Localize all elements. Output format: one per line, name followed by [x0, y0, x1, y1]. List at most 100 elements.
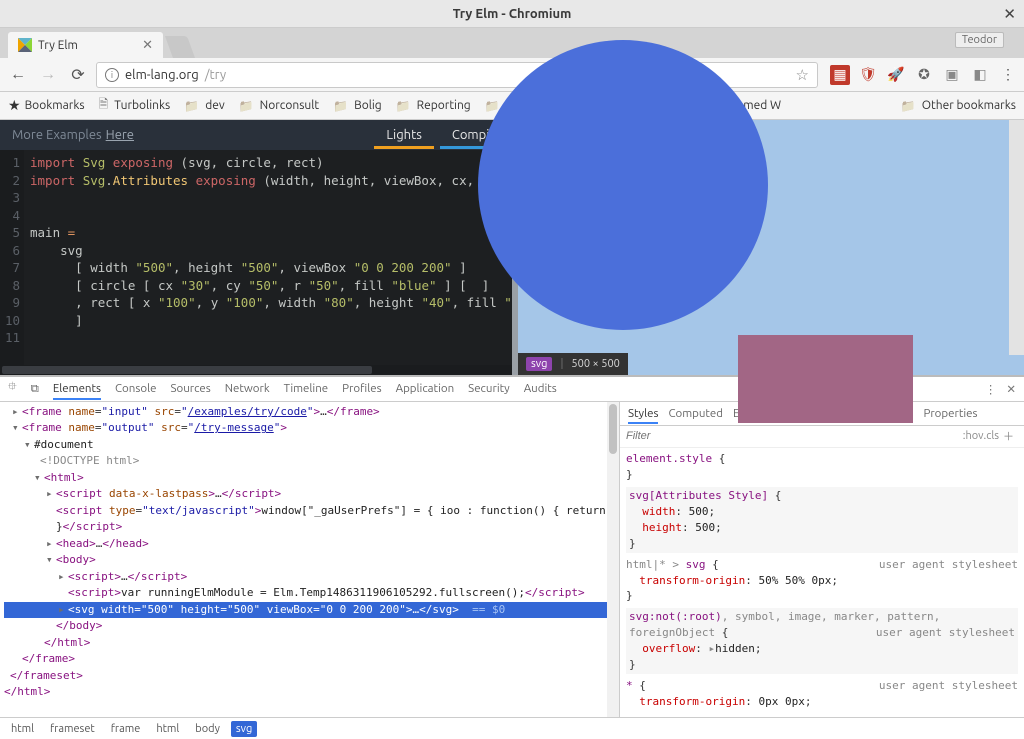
devtools-close-icon[interactable]: ✕ — [1006, 382, 1016, 396]
page-content: More Examples Here Lights Compile 123456… — [0, 120, 1024, 739]
rendered-svg — [528, 120, 944, 355]
other-bookmarks[interactable]: Other bookmarks — [901, 99, 1016, 113]
devtools-tab-sources[interactable]: Sources — [170, 382, 210, 395]
extension-icon[interactable]: ◧ — [970, 65, 990, 85]
window-title: Try Elm - Chromium — [0, 7, 1024, 21]
elm-favicon-icon — [18, 38, 32, 52]
dom-line[interactable]: <script type="text/javascript">window["_… — [4, 503, 619, 520]
breadcrumb-item[interactable]: html — [6, 721, 39, 737]
bookmarks-label[interactable]: ★Bookmarks — [8, 97, 85, 114]
devtools-tab-application[interactable]: Application — [396, 382, 455, 395]
style-rule[interactable]: svg[Attributes Style] { width: 500; heig… — [626, 487, 1018, 553]
devtools-tab-profiles[interactable]: Profiles — [342, 382, 381, 395]
bookmark-item[interactable]: Turbolinks — [99, 95, 171, 116]
devtools-panel: ⯐ ⧉ Elements Console Sources Network Tim… — [0, 377, 1024, 739]
close-icon[interactable]: ✕ — [1003, 5, 1016, 23]
try-elm-app: More Examples Here Lights Compile 123456… — [0, 120, 1024, 377]
inspect-icon[interactable]: ⯐ — [8, 379, 17, 398]
address-bar-row: ← → ⟳ i elm-lang.org/try ☆ ▦ 🛡 🚀 ✪ ▣ ◧ ⋮ — [0, 58, 1024, 92]
bookmark-folder[interactable]: Bolig — [333, 99, 382, 113]
elements-tree[interactable]: ▸<frame name="input" src="/examples/try/… — [0, 402, 619, 717]
output-vertical-scrollbar[interactable] — [1009, 120, 1024, 355]
breadcrumb-item[interactable]: frame — [106, 721, 146, 737]
code-editor[interactable]: 1234567891011 import Svg exposing (svg, … — [0, 150, 512, 365]
browser-tab[interactable]: Try Elm ✕ — [8, 32, 163, 58]
tab-close-icon[interactable]: ✕ — [142, 38, 153, 53]
styles-tab-properties[interactable]: Properties — [923, 407, 977, 420]
editor-horizontal-scrollbar[interactable] — [0, 365, 512, 375]
devtools-tab-elements[interactable]: Elements — [53, 382, 101, 400]
bookmark-folder[interactable]: Norconsult — [239, 99, 319, 113]
tooltip-tag: svg — [526, 357, 552, 371]
here-link[interactable]: Here — [106, 128, 134, 142]
breadcrumb-item[interactable]: html — [151, 721, 184, 737]
breadcrumb-item[interactable]: body — [190, 721, 225, 737]
breadcrumb-item[interactable]: frameset — [45, 721, 100, 737]
output-pane: svg | 500 × 500 — [518, 120, 1024, 375]
extension-icon[interactable]: ▦ — [830, 65, 850, 85]
bookmark-folder[interactable]: Reporting — [396, 99, 471, 113]
dom-line[interactable]: </html> — [4, 635, 619, 652]
devtools-tab-audits[interactable]: Audits — [524, 382, 557, 395]
devtools-tab-network[interactable]: Network — [225, 382, 270, 395]
new-rule-icon[interactable]: ＋ — [1003, 428, 1014, 444]
url-path: /try — [205, 68, 226, 82]
svg-rect — [738, 335, 913, 423]
elements-scrollbar[interactable] — [607, 402, 619, 717]
code-text[interactable]: import Svg exposing (svg, circle, rect) … — [24, 150, 512, 365]
dom-line[interactable]: ▾#document — [4, 437, 619, 454]
svg-circle — [478, 40, 768, 330]
dom-line[interactable]: </frameset> — [4, 668, 619, 685]
new-tab-button[interactable] — [165, 36, 195, 58]
dom-line[interactable]: ▸<head>…</head> — [4, 536, 619, 553]
browser-tabstrip: Try Elm ✕ Teodor — [0, 28, 1024, 58]
style-rule[interactable]: element.style {} — [626, 451, 1018, 483]
hov-toggle[interactable]: :hov — [963, 430, 984, 442]
dom-line[interactable]: ▸<frame name="input" src="/examples/try/… — [4, 404, 619, 421]
breadcrumb-trail: html frameset frame html body svg — [0, 717, 1024, 739]
dom-line[interactable]: </body> — [4, 618, 619, 635]
dom-line[interactable]: ▾<frame name="output" src="/try-message"… — [4, 420, 619, 437]
dom-line-selected[interactable]: ⋯▸<svg width="500" height="500" viewBox=… — [4, 602, 619, 619]
site-info-icon[interactable]: i — [105, 68, 119, 82]
dom-line[interactable]: ▸<script data-x-lastpass>…</script> — [4, 486, 619, 503]
style-rule[interactable]: * {user agent stylesheet transform-origi… — [626, 678, 1018, 710]
bookmark-folder[interactable]: dev — [184, 99, 224, 113]
back-button[interactable]: ← — [6, 63, 30, 87]
styles-tab-computed[interactable]: Computed — [668, 407, 723, 420]
style-rule[interactable]: svg:not(:root), symbol, image, marker, p… — [626, 608, 1018, 674]
breadcrumb-item[interactable]: svg — [231, 721, 257, 737]
line-gutter: 1234567891011 — [0, 150, 24, 365]
dom-line[interactable]: </frame> — [4, 651, 619, 668]
devtools-tab-console[interactable]: Console — [115, 382, 156, 395]
devtools-menu-icon[interactable]: ⋮ — [985, 382, 997, 396]
dom-line[interactable]: ▸<script>…</script> — [4, 569, 619, 586]
cls-toggle[interactable]: .cls — [984, 430, 999, 442]
device-icon[interactable]: ⧉ — [31, 382, 39, 396]
ublock-icon[interactable]: 🛡 — [858, 65, 878, 85]
devtools-tab-security[interactable]: Security — [468, 382, 510, 395]
editor-header: More Examples Here Lights Compile — [0, 120, 512, 150]
styles-filter-input[interactable] — [626, 430, 963, 442]
lights-button[interactable]: Lights — [386, 128, 421, 142]
dom-line[interactable]: </html> — [4, 684, 619, 701]
dom-line[interactable]: <!DOCTYPE html> — [4, 453, 619, 470]
dom-line[interactable]: ▾<body> — [4, 552, 619, 569]
dom-line[interactable]: }</script> — [4, 519, 619, 536]
styles-filter-row: :hov .cls ＋ — [620, 426, 1024, 448]
styles-tab-styles[interactable]: Styles — [628, 407, 658, 424]
styles-body[interactable]: element.style {} svg[Attributes Style] {… — [620, 448, 1024, 717]
menu-icon[interactable]: ⋮ — [998, 65, 1018, 85]
extension-icon[interactable]: ▣ — [942, 65, 962, 85]
extension-icon[interactable]: ✪ — [914, 65, 934, 85]
rocket-icon[interactable]: 🚀 — [886, 65, 906, 85]
dom-line[interactable]: ▾<html> — [4, 470, 619, 487]
bookmark-star-icon[interactable]: ☆ — [796, 66, 809, 84]
profile-badge[interactable]: Teodor — [955, 32, 1004, 48]
style-rule[interactable]: html|* > svg {user agent stylesheet tran… — [626, 557, 1018, 605]
devtools-tab-timeline[interactable]: Timeline — [284, 382, 328, 395]
extension-icons: ▦ 🛡 🚀 ✪ ▣ ◧ ⋮ — [830, 65, 1018, 85]
reload-button[interactable]: ⟳ — [66, 63, 90, 87]
forward-button: → — [36, 63, 60, 87]
dom-line[interactable]: <script>var runningElmModule = Elm.Temp1… — [4, 585, 619, 602]
